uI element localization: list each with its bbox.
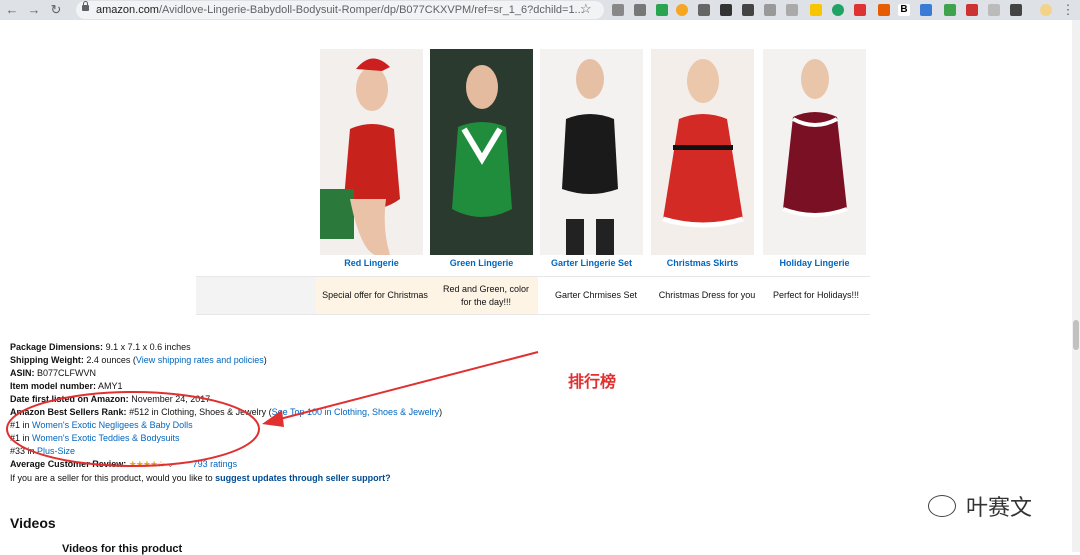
watermark: 叶赛文 — [928, 490, 1032, 522]
annotation-overlay — [6, 351, 539, 467]
annotation-circle — [6, 391, 260, 467]
annotation-arrow-line — [275, 351, 539, 421]
wechat-logo-icon — [928, 495, 956, 517]
watermark-text: 叶赛文 — [966, 495, 1033, 520]
annotation-arrowhead — [262, 410, 284, 427]
annotation-label: 排行榜 — [568, 374, 617, 391]
